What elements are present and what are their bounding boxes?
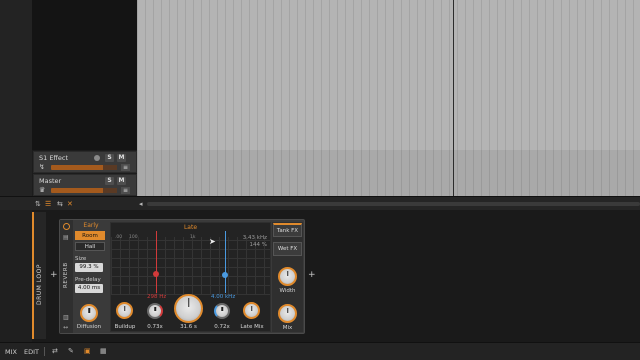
horizontal-scrollbar[interactable] xyxy=(147,202,640,206)
size-label: Size xyxy=(75,256,87,262)
close-icon[interactable]: ✕ xyxy=(67,200,73,208)
device-chain-name: DRUM LOOP xyxy=(36,264,43,305)
device-panel-icon[interactable]: ▣ xyxy=(84,347,91,355)
width-label: Width xyxy=(279,288,296,294)
mixer-icon[interactable]: ▦ xyxy=(100,347,107,355)
effect-track-icon: ↯ xyxy=(39,163,45,171)
mix-label: Mix xyxy=(282,325,293,331)
high-multiplier-knob[interactable] xyxy=(214,303,230,319)
device-name: REVERB xyxy=(63,262,69,288)
high-cut-handle[interactable] xyxy=(222,272,228,278)
late-mix-knob[interactable] xyxy=(243,302,260,319)
add-device-after-icon[interactable]: + xyxy=(308,270,316,280)
collapse-arrows-icon[interactable]: ↔ xyxy=(63,324,68,331)
tank-fx-button[interactable]: Tank FX xyxy=(273,223,302,237)
solo-button[interactable]: S xyxy=(105,177,114,185)
diffusion-label: Diffusion xyxy=(76,324,102,330)
automation-icon[interactable]: ⇄ xyxy=(52,347,58,355)
scroll-left-icon[interactable]: ◂ xyxy=(139,200,143,208)
graph-tick: 1k xyxy=(190,235,196,240)
expand-icon[interactable]: ▥ xyxy=(63,314,69,321)
volume-fader[interactable] xyxy=(51,165,117,170)
add-device-before-icon[interactable]: + xyxy=(50,270,58,280)
width-knob[interactable] xyxy=(278,267,297,286)
high-cut-line xyxy=(225,231,226,293)
low-multiplier-knob[interactable] xyxy=(147,303,163,319)
track-header-master[interactable]: Master S M ♛ ≡ xyxy=(33,174,137,196)
daw-window: S1 Effect S M ↯ ≡ Master S M ♛ ≡ ⇅ ☰ ⇆ ✕… xyxy=(0,0,640,360)
playhead[interactable] xyxy=(453,0,454,196)
buildup-label: Buildup xyxy=(114,324,136,330)
solo-button[interactable]: S xyxy=(105,154,114,162)
room-mode-button[interactable]: Room xyxy=(75,231,105,240)
size-value-field[interactable]: 99.3 % xyxy=(75,263,103,272)
predelay-value-field[interactable]: 4.00 ms xyxy=(75,284,103,293)
arrangement-effect-lanes xyxy=(137,150,640,196)
track-header-s1-effect[interactable]: S1 Effect S M ↯ ≡ xyxy=(33,151,137,173)
track-headers-area xyxy=(32,0,137,150)
low-cut-line xyxy=(156,231,157,293)
percent-readout: 144 % xyxy=(249,242,267,248)
mute-button[interactable]: M xyxy=(117,154,126,162)
device-side-strip: ▤ REVERB ▥ ↔ xyxy=(60,220,73,333)
buildup-knob[interactable] xyxy=(116,302,133,319)
graph-tick: .00 xyxy=(115,235,123,240)
decay-time-value: 31.6 s xyxy=(180,324,197,330)
graph-grid xyxy=(111,237,270,295)
fx-section: Tank FX Wet FX Width Mix xyxy=(272,222,303,332)
master-crown-icon: ♛ xyxy=(39,186,46,194)
track-name: S1 Effect xyxy=(39,154,69,162)
mix-knob[interactable] xyxy=(278,304,297,323)
device-panel-left-strip xyxy=(0,210,32,342)
wet-fx-button[interactable]: Wet FX xyxy=(273,242,302,256)
mouse-cursor-icon: ➤ xyxy=(209,237,216,246)
arrangement-toolbar: ⇅ ☰ ⇆ ✕ ◂ xyxy=(0,196,640,210)
divider xyxy=(44,347,45,356)
link-icon[interactable]: ⇅ xyxy=(35,200,41,208)
track-menu-button[interactable]: ≡ xyxy=(121,164,130,171)
track-name: Master xyxy=(39,177,62,185)
track-menu-button[interactable]: ≡ xyxy=(121,187,130,194)
high-cut-freq-label: 4.00 kHz xyxy=(211,294,236,300)
predelay-label: Pre-delay xyxy=(75,277,101,283)
freq-readout: 3.43 kHz xyxy=(242,235,267,241)
decay-time-knob[interactable] xyxy=(174,294,203,323)
early-title: Early xyxy=(83,222,99,229)
hall-mode-button[interactable]: Hall xyxy=(75,242,105,251)
list-view-icon[interactable]: ☰ xyxy=(45,200,51,208)
reverb-device: ▤ REVERB ▥ ↔ Early Room Hall Size 99.3 %… xyxy=(59,219,305,334)
mute-button[interactable]: M xyxy=(117,177,126,185)
layers-icon[interactable]: ⇆ xyxy=(57,200,63,208)
low-cut-handle[interactable] xyxy=(153,271,159,277)
low-multiplier-value: 0.73x xyxy=(147,324,163,330)
record-arm-button[interactable] xyxy=(94,155,100,161)
wrench-icon[interactable]: ✎ xyxy=(68,347,74,355)
edit-view-button[interactable]: EDIT xyxy=(24,348,39,356)
power-icon[interactable] xyxy=(63,223,70,230)
status-bar: MIX EDIT ⇄ ✎ ▣ ▦ xyxy=(0,342,640,360)
high-multiplier-value: 0.72x xyxy=(214,324,230,330)
preset-browser-icon[interactable]: ▤ xyxy=(63,234,69,241)
low-cut-freq-label: 298 Hz xyxy=(147,294,167,300)
late-mix-label: Late Mix xyxy=(240,324,264,330)
left-edge-panel xyxy=(0,0,32,196)
volume-fader[interactable] xyxy=(51,188,117,193)
mix-view-button[interactable]: MIX xyxy=(5,348,17,356)
late-title: Late xyxy=(183,224,198,231)
arrangement-timeline[interactable] xyxy=(137,0,640,196)
graph-tick: 100 xyxy=(129,235,138,240)
diffusion-knob[interactable] xyxy=(80,304,98,322)
